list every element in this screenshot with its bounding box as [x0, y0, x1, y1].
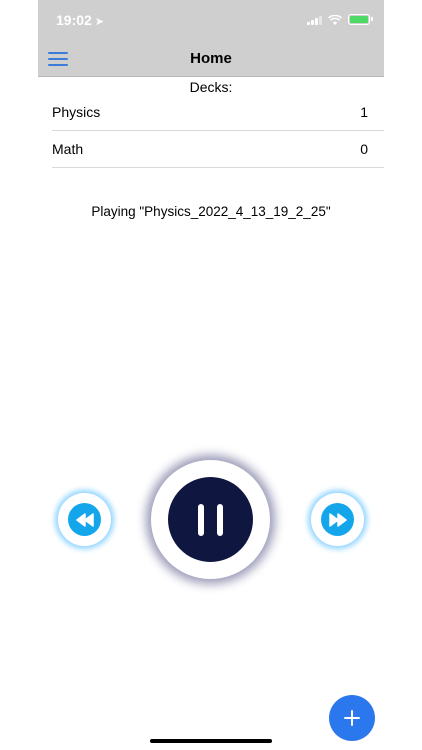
fast-forward-icon: [328, 512, 347, 527]
clock-text: 19:02: [56, 12, 92, 28]
plus-icon: [344, 710, 360, 726]
status-bar: 19:02 ➤: [38, 0, 384, 40]
fast-forward-button[interactable]: [311, 493, 364, 546]
wifi-icon: [328, 14, 342, 25]
add-deck-button[interactable]: [329, 695, 375, 741]
cellular-signal-icon: [307, 15, 322, 25]
deck-name: Physics: [52, 104, 101, 120]
deck-count: 0: [360, 141, 368, 157]
deck-count: 1: [360, 104, 368, 120]
deck-list: Physics 1 Math 0: [52, 94, 384, 168]
rewind-button[interactable]: [58, 493, 111, 546]
pause-button[interactable]: [151, 460, 270, 579]
playing-status: Playing "Physics_2022_4_13_19_2_25": [91, 204, 331, 219]
app-screen: 19:02 ➤ Home Decks: Physics 1 Math 0 Pla…: [38, 0, 384, 750]
page-title: Home: [190, 50, 232, 67]
location-arrow-icon: ➤: [94, 16, 105, 28]
status-time: 19:02 ➤: [56, 12, 104, 28]
home-indicator: [150, 739, 272, 743]
battery-icon: [348, 14, 373, 25]
pause-icon: [168, 477, 253, 562]
deck-row-math[interactable]: Math 0: [52, 131, 384, 168]
navigation-bar: Home: [38, 40, 384, 77]
status-icons: [307, 14, 373, 25]
deck-row-physics[interactable]: Physics 1: [52, 94, 384, 131]
rewind-icon: [75, 512, 94, 527]
decks-header: Decks:: [189, 79, 233, 95]
deck-name: Math: [52, 141, 84, 157]
